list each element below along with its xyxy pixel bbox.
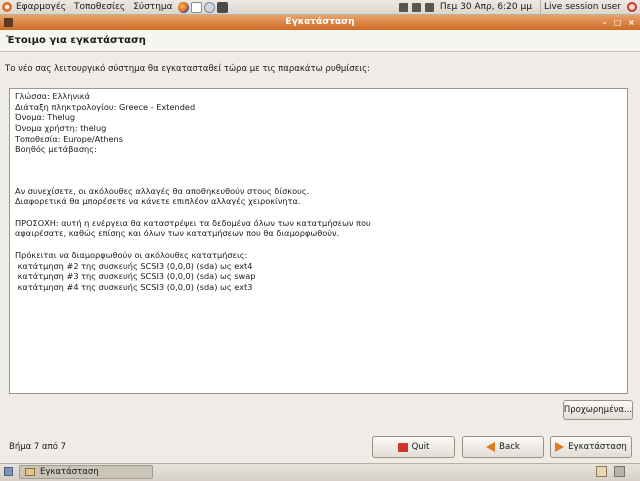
back-button-label: Back <box>499 442 520 452</box>
power-icon[interactable] <box>627 2 637 12</box>
advanced-button[interactable]: Προχωρημένα... <box>563 400 633 420</box>
advanced-button-label: Προχωρημένα... <box>563 405 633 415</box>
window-title: Εγκατάσταση <box>285 17 355 27</box>
top-panel: Εφαρμογές Τοποθεσίες Σύστημα Πεμ 30 Απρ,… <box>0 0 640 15</box>
ubuntu-logo-icon[interactable] <box>2 2 12 12</box>
page-header: Έτοιμο για εγκατάσταση <box>0 30 640 52</box>
quit-button[interactable]: Quit <box>372 436 455 458</box>
firefox-launcher-icon[interactable] <box>177 1 189 13</box>
back-arrow-icon <box>486 442 496 452</box>
session-user-menu[interactable]: Live session user <box>539 0 624 14</box>
summary-line: Διαφορετικά θα μπορέσετε να κάνετε επιπλ… <box>15 196 301 206</box>
summary-line: Γλώσσα: Ελληνικά <box>15 91 91 101</box>
page-title: Έτοιμο για εγκατάσταση <box>6 35 146 46</box>
volume-tray-icon[interactable] <box>424 2 434 12</box>
summary-line: κατάτμηση #4 της συσκευής SCSI3 (0,0,0) … <box>15 282 253 292</box>
intro-text: Το νέο σας λειτουργικό σύστημα θα εγκατα… <box>5 64 370 74</box>
installer-icon <box>25 468 35 476</box>
keyboard-tray-icon[interactable] <box>398 2 408 12</box>
maximize-icon[interactable]: □ <box>612 17 623 28</box>
window-title-bar[interactable]: Εγκατάσταση – □ × <box>0 15 640 30</box>
summary-line: Βοηθός μετάβασης: <box>15 144 97 154</box>
summary-line: αφαιρέσατε, καθώς επίσης και όλων των κα… <box>15 228 340 238</box>
window-menu-icon[interactable] <box>4 18 13 27</box>
quit-icon <box>397 442 408 452</box>
mail-launcher-icon[interactable] <box>190 1 202 13</box>
back-button[interactable]: Back <box>462 436 544 458</box>
clock[interactable]: Πεμ 30 Απρ, 6:20 μμ <box>436 0 536 14</box>
taskbar-item-installer[interactable]: Εγκατάσταση <box>19 465 153 479</box>
help-launcher-icon[interactable] <box>203 1 215 13</box>
menu-system[interactable]: Σύστημα <box>129 0 176 14</box>
taskbar-item-label: Εγκατάσταση <box>40 467 99 477</box>
install-button[interactable]: Εγκατάσταση <box>550 436 632 458</box>
close-icon[interactable]: × <box>626 17 637 28</box>
step-indicator: Βήμα 7 από 7 <box>9 442 67 452</box>
menu-applications[interactable]: Εφαρμογές <box>12 0 70 14</box>
workspace-switcher-icon[interactable] <box>596 466 607 477</box>
minimize-icon[interactable]: – <box>599 17 610 28</box>
summary-line: κατάτμηση #3 της συσκευής SCSI3 (0,0,0) … <box>15 271 256 281</box>
summary-line: Όνομα: Thelug <box>15 112 76 122</box>
summary-line: Πρόκειται να διαμορφωθούν οι ακόλουθες κ… <box>15 250 248 260</box>
show-desktop-icon[interactable] <box>4 467 13 476</box>
summary-line: Όνομα χρήστη: thelug <box>15 123 107 133</box>
bottom-panel: Εγκατάσταση <box>0 463 640 481</box>
screenshot-launcher-icon[interactable] <box>216 1 228 13</box>
install-button-label: Εγκατάσταση <box>568 442 627 452</box>
summary-textbox[interactable]: Γλώσσα: Ελληνικά Διάταξη πληκτρολογίου: … <box>9 88 628 394</box>
menu-places[interactable]: Τοποθεσίες <box>70 0 129 14</box>
trash-icon[interactable] <box>614 466 625 477</box>
forward-arrow-icon <box>555 442 565 452</box>
network-tray-icon[interactable] <box>411 2 421 12</box>
quit-button-label: Quit <box>411 442 430 452</box>
